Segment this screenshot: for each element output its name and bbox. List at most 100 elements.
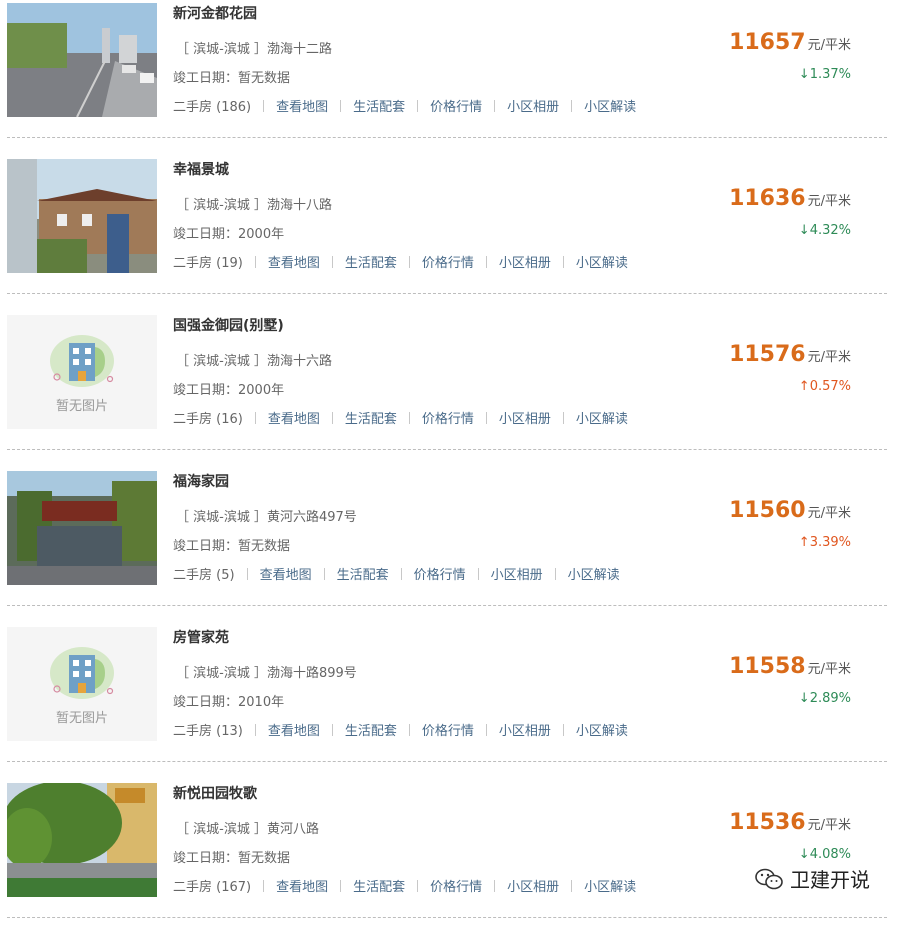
price-trend-link[interactable]: 价格行情 <box>422 252 474 271</box>
price-change: ↓4.32% <box>798 223 851 238</box>
community-links: 二手房 (19) 查看地图 生活配套 价格行情 小区相册 小区解读 <box>173 252 628 271</box>
view-map-link[interactable]: 查看地图 <box>276 876 328 895</box>
community-item: 暂无图片 房管家苑 ［ 滨城-滨城 ］渤海十路899号 竣工日期：2010年二手房 (… <box>0 627 898 783</box>
link-separator <box>571 879 573 892</box>
second-hand-link[interactable]: 二手房 (186) <box>173 96 251 115</box>
completion-date: 竣工日期：2010年 <box>173 695 285 710</box>
link-separator <box>263 99 265 112</box>
price: 11558 元/平米 <box>729 654 851 679</box>
price-value: 11576 <box>729 342 806 367</box>
life-amenities-link[interactable]: 生活配套 <box>345 408 397 427</box>
price-trend-link[interactable]: 价格行情 <box>422 408 474 427</box>
link-separator <box>254 411 256 424</box>
link-separator <box>494 99 496 112</box>
price-unit: 元/平米 <box>807 662 851 677</box>
price-unit: 元/平米 <box>807 350 851 365</box>
view-map-link[interactable]: 查看地图 <box>268 252 320 271</box>
divider <box>7 605 887 606</box>
life-amenities-link[interactable]: 生活配套 <box>337 564 389 583</box>
price-unit: 元/平米 <box>807 38 851 53</box>
second-hand-link[interactable]: 二手房 (13) <box>173 720 243 739</box>
community-analysis-link[interactable]: 小区解读 <box>576 720 628 739</box>
completion-date: 竣工日期：2000年 <box>173 383 285 398</box>
community-name[interactable]: 新河金都花园 <box>173 3 257 23</box>
link-separator <box>554 567 556 580</box>
completion-date: 竣工日期：暂无数据 <box>173 539 291 554</box>
community-analysis-link[interactable]: 小区解读 <box>576 252 628 271</box>
link-separator <box>408 411 410 424</box>
divider <box>7 761 887 762</box>
link-separator <box>408 723 410 736</box>
community-name[interactable]: 国强金御园(别墅) <box>173 315 284 335</box>
life-amenities-link[interactable]: 生活配套 <box>345 252 397 271</box>
community-address: ［ 滨城-滨城 ］黄河八路 <box>176 822 319 837</box>
community-photo[interactable] <box>7 159 157 273</box>
life-amenities-link[interactable]: 生活配套 <box>353 96 405 115</box>
community-links: 二手房 (186) 查看地图 生活配套 价格行情 小区相册 小区解读 <box>173 96 636 115</box>
community-links: 二手房 (167) 查看地图 生活配套 价格行情 小区相册 小区解读 <box>173 876 636 895</box>
link-separator <box>246 567 248 580</box>
link-separator <box>562 723 564 736</box>
price-trend-link[interactable]: 价格行情 <box>430 96 482 115</box>
photo-album-link[interactable]: 小区相册 <box>499 252 551 271</box>
link-separator <box>331 723 333 736</box>
community-address: ［ 滨城-滨城 ］渤海十路899号 <box>176 666 357 681</box>
second-hand-link[interactable]: 二手房 (167) <box>173 876 251 895</box>
second-hand-link[interactable]: 二手房 (19) <box>173 252 243 271</box>
no-image-placeholder[interactable]: 暂无图片 <box>7 627 157 741</box>
community-photo[interactable] <box>7 783 157 897</box>
link-separator <box>408 255 410 268</box>
link-separator <box>485 255 487 268</box>
community-name[interactable]: 福海家园 <box>173 471 229 491</box>
community-analysis-link[interactable]: 小区解读 <box>568 564 620 583</box>
link-separator <box>323 567 325 580</box>
link-separator <box>494 879 496 892</box>
community-analysis-link[interactable]: 小区解读 <box>584 96 636 115</box>
life-amenities-link[interactable]: 生活配套 <box>353 876 405 895</box>
price-change: ↓1.37% <box>798 67 851 82</box>
view-map-link[interactable]: 查看地图 <box>268 408 320 427</box>
link-separator <box>254 723 256 736</box>
community-photo[interactable] <box>7 471 157 585</box>
price-unit: 元/平米 <box>807 506 851 521</box>
community-name[interactable]: 新悦田园牧歌 <box>173 783 257 803</box>
photo-album-link[interactable]: 小区相册 <box>507 96 559 115</box>
link-separator <box>263 879 265 892</box>
view-map-link[interactable]: 查看地图 <box>260 564 312 583</box>
community-name[interactable]: 房管家苑 <box>173 627 229 647</box>
price-value: 11657 <box>729 30 806 55</box>
community-analysis-link[interactable]: 小区解读 <box>584 876 636 895</box>
second-hand-link[interactable]: 二手房 (5) <box>173 564 235 583</box>
community-address: ［ 滨城-滨城 ］渤海十六路 <box>176 354 332 369</box>
no-image-placeholder[interactable]: 暂无图片 <box>7 315 157 429</box>
link-separator <box>485 723 487 736</box>
link-separator <box>562 411 564 424</box>
view-map-link[interactable]: 查看地图 <box>268 720 320 739</box>
community-item: 暂无图片 国强金御园(别墅) ［ 滨城-滨城 ］渤海十六路 竣工日期：2000年二手房… <box>0 315 898 471</box>
price-trend-link[interactable]: 价格行情 <box>430 876 482 895</box>
photo-album-link[interactable]: 小区相册 <box>499 408 551 427</box>
link-separator <box>400 567 402 580</box>
photo-album-link[interactable]: 小区相册 <box>491 564 543 583</box>
link-separator <box>254 255 256 268</box>
link-separator <box>477 567 479 580</box>
price-change: ↓4.08% <box>798 847 851 862</box>
price-trend-link[interactable]: 价格行情 <box>422 720 474 739</box>
price-value: 11560 <box>729 498 806 523</box>
view-map-link[interactable]: 查看地图 <box>276 96 328 115</box>
price-value: 11558 <box>729 654 806 679</box>
community-name[interactable]: 幸福景城 <box>173 159 229 179</box>
photo-album-link[interactable]: 小区相册 <box>507 876 559 895</box>
community-photo[interactable] <box>7 3 157 117</box>
no-image-label: 暂无图片 <box>55 399 108 414</box>
price: 11636 元/平米 <box>729 186 851 211</box>
second-hand-link[interactable]: 二手房 (16) <box>173 408 243 427</box>
community-analysis-link[interactable]: 小区解读 <box>576 408 628 427</box>
life-amenities-link[interactable]: 生活配套 <box>345 720 397 739</box>
photo-album-link[interactable]: 小区相册 <box>499 720 551 739</box>
price: 11560 元/平米 <box>729 498 851 523</box>
price: 11576 元/平米 <box>729 342 851 367</box>
price-trend-link[interactable]: 价格行情 <box>414 564 466 583</box>
watermark: 卫建开说 <box>754 864 870 893</box>
completion-date: 竣工日期：暂无数据 <box>173 71 291 86</box>
